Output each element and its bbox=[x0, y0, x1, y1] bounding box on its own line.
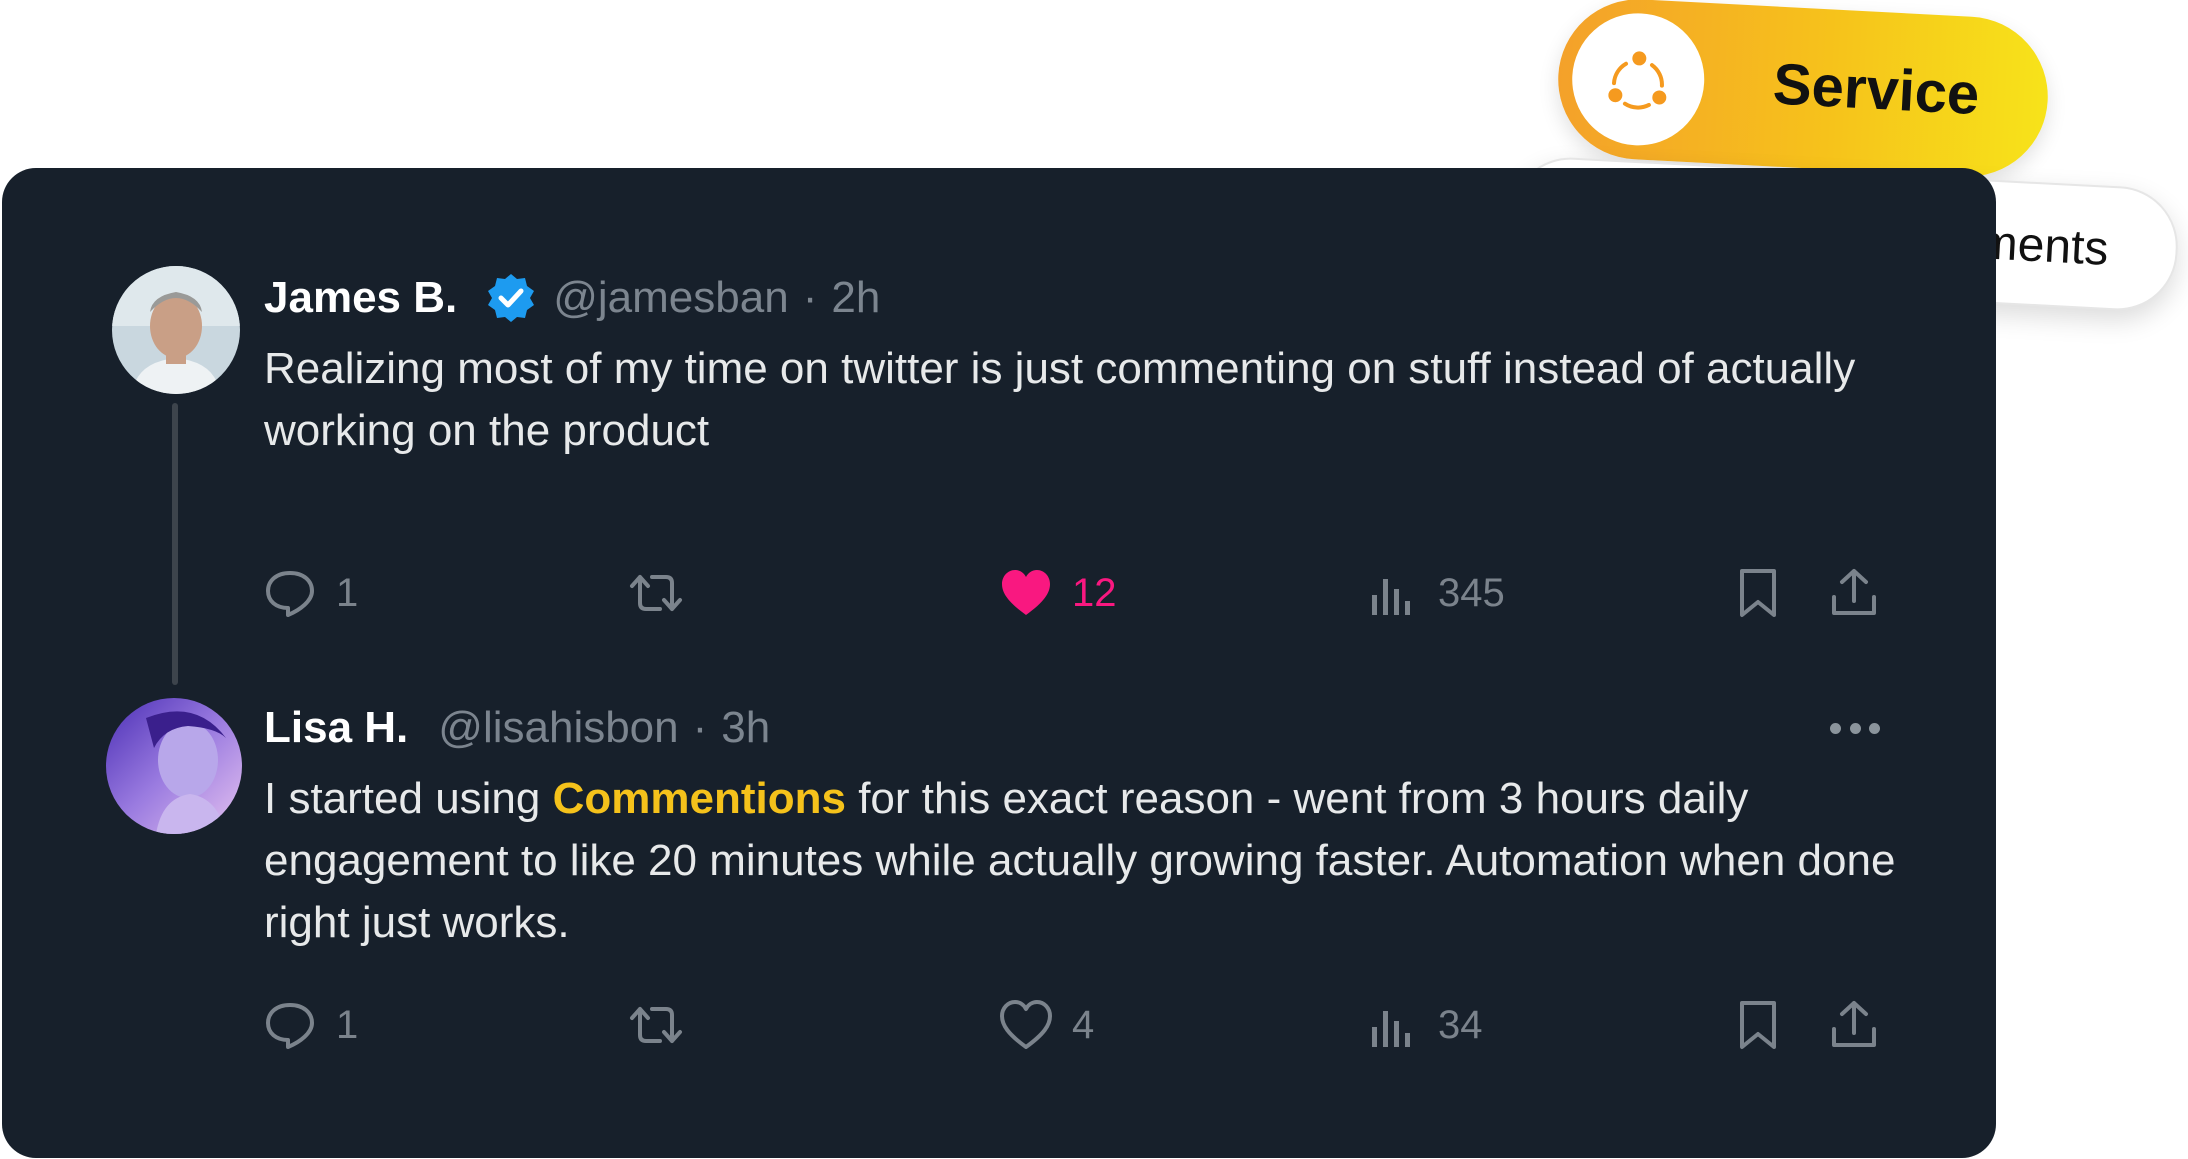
like-button[interactable]: 12 bbox=[998, 558, 1117, 628]
share-nodes-icon bbox=[1608, 51, 1667, 110]
post-header: Lisa H. @lisahisbon · 3h bbox=[264, 698, 770, 758]
like-count: 4 bbox=[1072, 1002, 1095, 1047]
reply-button[interactable]: 1 bbox=[262, 558, 358, 628]
repost-icon bbox=[630, 575, 682, 611]
share-upload-icon bbox=[1832, 1001, 1876, 1047]
repost-button[interactable] bbox=[628, 558, 684, 628]
service-label: Service bbox=[1771, 51, 1981, 128]
post-text: I started using Commentions for this exa… bbox=[264, 768, 1904, 954]
meta-separator: · bbox=[802, 273, 818, 322]
share-upload-icon bbox=[1832, 569, 1876, 615]
author-handle[interactable]: @lisahisbon bbox=[438, 703, 678, 753]
post-time[interactable]: 3h bbox=[721, 703, 770, 753]
repost-button[interactable] bbox=[628, 990, 684, 1060]
views-button[interactable]: 34 bbox=[1364, 990, 1483, 1060]
heart-filled-icon bbox=[1002, 570, 1050, 615]
author-handle[interactable]: @jamesban bbox=[553, 273, 788, 323]
author-name[interactable]: Lisa H. bbox=[264, 703, 408, 753]
service-icon-circle bbox=[1568, 10, 1708, 149]
share-button[interactable] bbox=[1826, 990, 1882, 1060]
avatar[interactable] bbox=[106, 698, 242, 834]
verified-badge-icon bbox=[488, 274, 535, 322]
more-dot bbox=[1849, 722, 1861, 734]
reply-count: 1 bbox=[336, 1002, 359, 1047]
post-header: James B. @jamesban · 2h bbox=[264, 268, 880, 328]
commentions-highlight[interactable]: Commentions bbox=[553, 774, 846, 823]
bookmark-icon bbox=[1740, 1001, 1776, 1049]
service-pill[interactable]: Service bbox=[1554, 0, 2052, 181]
post-time[interactable]: 2h bbox=[831, 273, 880, 323]
reply-count: 1 bbox=[336, 570, 359, 615]
bookmark-button[interactable] bbox=[1730, 558, 1786, 628]
view-count: 34 bbox=[1438, 1002, 1483, 1047]
avatar[interactable] bbox=[112, 266, 240, 394]
view-count: 345 bbox=[1438, 570, 1505, 615]
more-options-button[interactable] bbox=[1830, 708, 1880, 748]
share-button[interactable] bbox=[1826, 558, 1882, 628]
like-count: 12 bbox=[1072, 570, 1117, 615]
meta-separator: · bbox=[692, 703, 708, 752]
like-button[interactable]: 4 bbox=[998, 990, 1094, 1060]
thread-connector-line bbox=[172, 403, 178, 685]
reply-icon bbox=[266, 1003, 314, 1049]
repost-icon bbox=[630, 1007, 682, 1043]
heart-outline-icon bbox=[1000, 1000, 1052, 1049]
more-dot bbox=[1869, 722, 1880, 734]
reply-button[interactable]: 1 bbox=[262, 990, 358, 1060]
bookmark-icon bbox=[1740, 569, 1776, 617]
post-text-start: I started using bbox=[264, 774, 553, 823]
more-dot bbox=[1830, 722, 1841, 734]
reply-icon bbox=[266, 571, 314, 617]
views-chart-icon bbox=[1372, 579, 1410, 615]
author-name[interactable]: James B. bbox=[264, 273, 457, 323]
bookmark-button[interactable] bbox=[1730, 990, 1786, 1060]
views-chart-icon bbox=[1372, 1011, 1410, 1047]
views-button[interactable]: 345 bbox=[1364, 558, 1505, 628]
post-text: Realizing most of my time on twitter is … bbox=[264, 344, 1856, 455]
